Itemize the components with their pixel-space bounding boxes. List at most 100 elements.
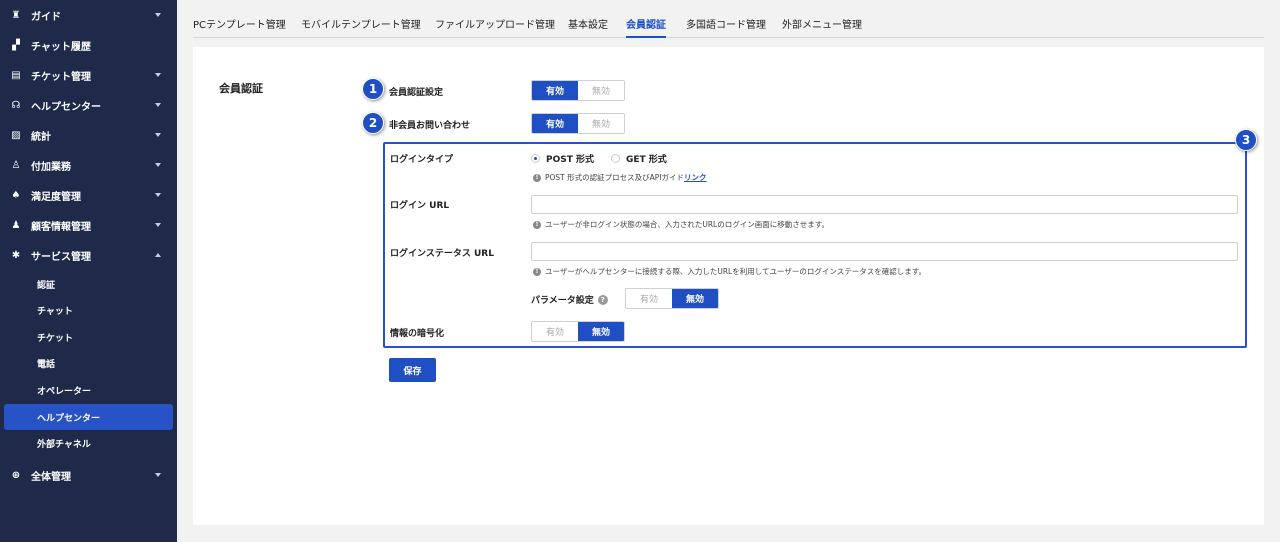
sub-item-label: 電話	[37, 359, 56, 370]
headset-icon: ☊	[11, 99, 21, 111]
parameter-off-button[interactable]: 無効	[672, 289, 718, 308]
step-badge-2: 2	[362, 112, 384, 134]
gear-icon: ✱	[11, 249, 21, 261]
chevron-down-icon	[155, 163, 161, 167]
nonmember-off-button[interactable]: 無効	[578, 114, 624, 133]
post-option-label: POST 形式	[546, 155, 595, 165]
step-badge-3: 3	[1235, 129, 1257, 151]
sub-item-label: 外部チャネル	[37, 439, 91, 450]
encryption-on-button[interactable]: 有効	[532, 322, 578, 341]
post-guide-hint: ! POST 形式の認証プロセス及びAPIガイド リンク	[533, 172, 707, 183]
sidebar-item-satisfaction[interactable]: ♠ 満足度管理	[0, 180, 177, 210]
get-option-label: GET 形式	[626, 155, 667, 165]
info-icon: !	[533, 173, 541, 182]
sidebar-sub-item-phone[interactable]: 電話	[4, 350, 173, 376]
sidebar-sub-item-external-channel[interactable]: 外部チャネル	[4, 430, 173, 456]
chevron-up-icon	[155, 253, 161, 257]
sidebar-item-label: サービス管理	[31, 251, 91, 263]
member-auth-toggle: 有効 無効	[531, 80, 625, 101]
chart-icon: ▨	[11, 129, 21, 141]
sidebar-item-label: 統計	[31, 131, 51, 143]
sub-item-label: チャット	[37, 306, 73, 317]
member-auth-on-button[interactable]: 有効	[532, 81, 578, 100]
sidebar-sub-item-help-center[interactable]: ヘルプセンター	[4, 404, 173, 430]
chevron-down-icon	[155, 193, 161, 197]
tab-mobile-template[interactable]: モバイルテンプレート管理	[301, 16, 421, 38]
sub-item-label: 認証	[37, 280, 56, 291]
tab-member-auth[interactable]: 会員認証	[626, 16, 666, 38]
tab-basic-settings[interactable]: 基本設定	[568, 16, 608, 38]
encryption-label: 情報の暗号化	[390, 329, 445, 339]
sidebar-item-ticket-management[interactable]: ▤ チケット管理	[0, 60, 177, 90]
radio-selected-icon	[531, 154, 540, 163]
member-auth-off-button[interactable]: 無効	[578, 81, 624, 100]
login-status-hint-text: ユーザーがヘルプセンターに接続する際、入力したURLを利用してユーザーのログイン…	[545, 267, 926, 276]
save-button[interactable]: 保存	[389, 358, 436, 382]
sidebar-item-label: 全体管理	[31, 471, 71, 483]
chevron-down-icon	[155, 13, 161, 17]
tab-file-upload[interactable]: ファイルアップロード管理	[435, 16, 555, 38]
sub-item-label: オペレーター	[37, 386, 92, 397]
sidebar-item-label: ヘルプセンター	[31, 101, 101, 113]
login-url-label: ログイン URL	[390, 201, 450, 211]
sidebar-item-chat-history[interactable]: ▞ チャット履歴	[0, 30, 177, 60]
sub-item-label: ヘルプセンター	[37, 413, 101, 424]
sidebar-item-label: 満足度管理	[31, 191, 81, 203]
api-guide-link[interactable]: リンク	[684, 172, 707, 183]
help-icon[interactable]: ?	[597, 294, 608, 305]
sidebar-item-label: チケット管理	[31, 71, 91, 83]
tab-external-menu[interactable]: 外部メニュー管理	[782, 16, 862, 38]
step-badge-1: 1	[362, 78, 384, 100]
parameter-setting-label: パラメータ設定 ?	[531, 293, 608, 306]
encryption-toggle: 有効 無効	[531, 321, 625, 342]
chevron-down-icon	[155, 223, 161, 227]
sidebar-item-guide[interactable]: ♜ ガイド	[0, 0, 177, 30]
sidebar-item-help-center[interactable]: ☊ ヘルプセンター	[0, 90, 177, 120]
sidebar-item-service-management[interactable]: ✱ サービス管理	[0, 240, 177, 270]
thumbs-up-icon: ♠	[11, 189, 21, 201]
parameter-on-button[interactable]: 有効	[626, 289, 672, 308]
nonmember-inquiry-toggle: 有効 無効	[531, 113, 625, 134]
trophy-icon: ♜	[11, 9, 21, 21]
info-icon: !	[533, 220, 541, 229]
parameter-setting-text: パラメータ設定	[531, 296, 594, 306]
login-status-hint: ! ユーザーがヘルプセンターに接続する際、入力したURLを利用してユーザーのログ…	[533, 266, 926, 277]
section-title: 会員認証	[219, 82, 263, 95]
login-url-hint-text: ユーザーが非ログイン状態の場合、入力されたURLのログイン画面に移動させます。	[545, 220, 829, 229]
info-icon: !	[533, 267, 541, 276]
user-add-icon: ♙	[11, 159, 21, 171]
login-status-url-label: ログインステータス URL	[390, 249, 494, 259]
document-icon: ▤	[11, 69, 21, 81]
sidebar-item-statistics[interactable]: ▨ 統計	[0, 120, 177, 150]
sidebar-sub-item-chat[interactable]: チャット	[4, 297, 173, 323]
login-type-post-radio[interactable]: POST 形式	[531, 152, 594, 165]
sidebar-sub-item-operator[interactable]: オペレーター	[4, 377, 173, 403]
member-auth-label: 会員認証設定	[389, 88, 444, 98]
sidebar-sub-item-ticket[interactable]: チケット	[4, 324, 173, 350]
chevron-down-icon	[155, 73, 161, 77]
nonmember-inquiry-label: 非会員お問い合わせ	[389, 121, 471, 131]
sidebar-item-label: 付加業務	[31, 161, 71, 173]
sidebar-sub-item-auth[interactable]: 認証	[4, 271, 173, 297]
sidebar-item-additional-work[interactable]: ♙ 付加業務	[0, 150, 177, 180]
plus-circle-icon: ⊕	[11, 469, 21, 481]
login-status-url-input[interactable]	[531, 242, 1238, 261]
login-type-label: ログインタイプ	[390, 155, 454, 165]
tab-multilang-code[interactable]: 多国語コード管理	[686, 16, 766, 38]
sidebar-item-customer-info[interactable]: ♟ 顧客情報管理	[0, 210, 177, 240]
chat-icon: ▞	[12, 39, 20, 51]
nonmember-on-button[interactable]: 有効	[532, 114, 578, 133]
sidebar-item-overall-management[interactable]: ⊕ 全体管理	[0, 460, 177, 490]
login-url-hint: ! ユーザーが非ログイン状態の場合、入力されたURLのログイン画面に移動させます…	[533, 219, 829, 230]
user-icon: ♟	[11, 219, 21, 231]
sidebar-item-label: ガイド	[31, 11, 61, 23]
encryption-off-button[interactable]: 無効	[578, 322, 624, 341]
sub-item-label: チケット	[37, 333, 74, 344]
parameter-setting-toggle: 有効 無効	[625, 288, 719, 309]
chevron-down-icon	[155, 133, 161, 137]
tab-pc-template[interactable]: PCテンプレート管理	[193, 16, 286, 38]
chevron-down-icon	[155, 103, 161, 107]
post-hint-text: POST 形式の認証プロセス及びAPIガイド	[545, 173, 685, 182]
login-type-get-radio[interactable]: GET 形式	[611, 152, 667, 165]
login-url-input[interactable]	[531, 195, 1238, 214]
